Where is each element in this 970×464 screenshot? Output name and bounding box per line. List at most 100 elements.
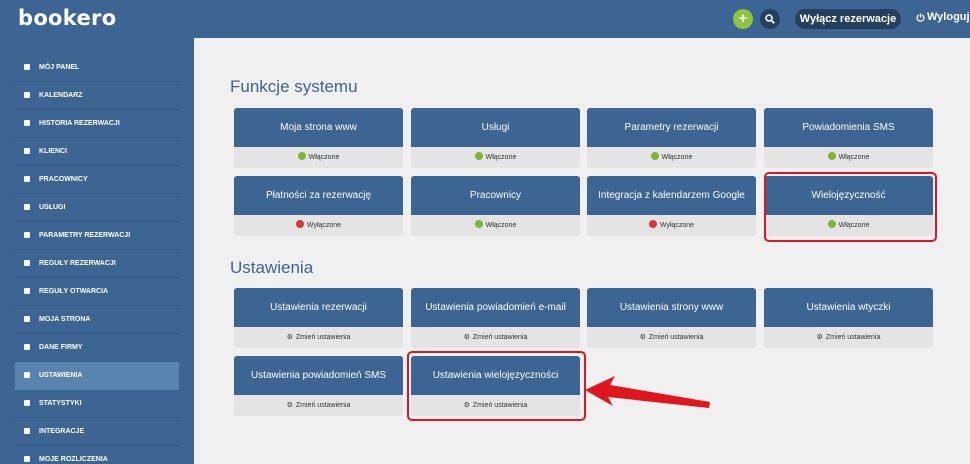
function-card[interactable]: Integracja z kalendarzem Google Wyłączone xyxy=(587,176,756,236)
status-label: Włączone xyxy=(661,154,693,161)
status-label: Wyłączone xyxy=(659,222,695,229)
users-icon xyxy=(24,148,30,154)
card-title: Płatności za rezerwację xyxy=(234,176,403,215)
search-icon xyxy=(765,14,775,24)
sidebar-item-historia-rezerwacji[interactable]: Historia rezerwacji xyxy=(15,110,179,138)
search-button[interactable] xyxy=(760,9,780,29)
sidebar-item-klienci[interactable]: Klienci xyxy=(15,138,179,166)
sidebar-item-label: Kalendarz xyxy=(39,92,83,99)
card-title: Moja strona www xyxy=(234,108,403,147)
sidebar-item-label: Historia rezerwacji xyxy=(39,120,120,127)
function-card[interactable]: Powiadomienia SMS Włączone xyxy=(764,108,933,168)
card-title: Ustawienia powiadomień SMS xyxy=(234,356,403,395)
settings-card[interactable]: Ustawienia powiadomień e-mail ⚙ Zmień usta… xyxy=(411,288,580,348)
settings-card[interactable]: Ustawienia wtyczki ⚙ Zmień ustawienia xyxy=(764,288,933,348)
card-footer: ⚙ Zmień ustawienia xyxy=(764,327,933,348)
card-title: Ustawienia rezerwacji xyxy=(234,288,403,327)
settings-card[interactable]: Ustawienia rezerwacji ⚙ Zmień ustawienia xyxy=(234,288,403,348)
card-footer: ⚙ Zmień ustawienia xyxy=(234,327,403,348)
sidebar-item-label: Dane firmy xyxy=(39,344,83,351)
change-settings-label: Zmień ustawienia xyxy=(295,334,351,341)
card-footer: Włączone xyxy=(411,215,580,236)
billing-icon xyxy=(24,456,30,462)
status-label: Włączone xyxy=(838,154,870,161)
function-card[interactable]: Moja strona www Włączone xyxy=(234,108,403,168)
sidebar: Mój panel Kalendarz Historia rezerwacji Kli… xyxy=(0,38,194,464)
sidebar-item-mój-panel[interactable]: Mój panel xyxy=(15,54,179,82)
sidebar-item-reguły-otwarcia[interactable]: Reguły otwarcia xyxy=(15,278,179,306)
card-footer: ⚙ Zmień ustawienia xyxy=(587,327,756,348)
card-title: Ustawienia strony www xyxy=(587,288,756,327)
highlight-multilanguage-settings xyxy=(407,351,586,421)
arrow-annotation xyxy=(585,376,710,408)
sidebar-item-label: Moja strona xyxy=(39,316,91,323)
sidebar-item-label: Statystyki xyxy=(39,400,82,407)
gear-icon: ⚙ xyxy=(463,334,470,341)
status-dot-icon xyxy=(297,152,306,160)
sidebar-item-pracownicy[interactable]: Pracownicy xyxy=(15,166,179,194)
page-icon xyxy=(24,316,30,322)
status-dot-icon xyxy=(474,220,483,228)
function-card[interactable]: Pracownicy Włączone xyxy=(411,176,580,236)
rules-icon xyxy=(24,260,30,266)
status-dot-icon xyxy=(295,220,304,228)
gear-icon xyxy=(24,372,30,378)
card-title: Usługi xyxy=(411,108,580,147)
sidebar-item-integracje[interactable]: Integracje xyxy=(15,418,179,446)
services-icon xyxy=(24,204,30,210)
logout-label: Wyloguj xyxy=(927,11,970,23)
sidebar-item-kalendarz[interactable]: Kalendarz xyxy=(15,82,179,110)
card-footer: Włączone xyxy=(411,147,580,168)
status-label: Włączone xyxy=(308,154,340,161)
card-title: Pracownicy xyxy=(411,176,580,215)
sidebar-item-reguły-rezerwacji[interactable]: Reguły rezerwacji xyxy=(15,250,179,278)
sidebar-item-moje-rozliczenia[interactable]: Moje rozliczenia xyxy=(15,446,179,464)
integrations-icon xyxy=(24,428,30,434)
dashboard-icon xyxy=(24,64,30,70)
function-card[interactable]: Usługi Włączone xyxy=(411,108,580,168)
card-footer: Wyłączone xyxy=(587,215,756,236)
sidebar-item-ustawienia[interactable]: Ustawienia xyxy=(15,362,179,390)
opening-icon xyxy=(24,288,30,294)
logout-button[interactable]: Wyloguj xyxy=(916,11,970,23)
sidebar-item-parametry-rezerwacji[interactable]: Parametry rezerwacji xyxy=(15,222,179,250)
sidebar-item-label: Moje rozliczenia xyxy=(39,456,108,463)
card-title: Parametry rezerwacji xyxy=(587,108,756,147)
section-title-settings: Ustawienia xyxy=(230,258,314,277)
change-settings-label: Zmień ustawienia xyxy=(472,334,528,341)
employees-icon xyxy=(24,176,30,182)
add-button[interactable]: + xyxy=(733,9,753,29)
change-settings-label: Zmień ustawienia xyxy=(825,334,881,341)
top-bar: bookero + Wyłącz rezerwacje Wyloguj xyxy=(0,0,970,38)
sidebar-item-dane-firmy[interactable]: Dane firmy xyxy=(15,334,179,362)
status-label: Włączone xyxy=(485,222,517,229)
section-title-functions: Funkcje systemu xyxy=(230,77,358,96)
sidebar-item-statystyki[interactable]: Statystyki xyxy=(15,390,179,418)
sidebar-item-label: Integracje xyxy=(39,428,85,435)
function-card[interactable]: Płatności za rezerwację Wyłączone xyxy=(234,176,403,236)
logo[interactable]: bookero xyxy=(18,6,116,30)
settings-card[interactable]: Ustawienia strony www ⚙ Zmień ustawienia xyxy=(587,288,756,348)
toggle-reservations-button[interactable]: Wyłącz rezerwacje xyxy=(795,9,901,29)
gear-icon: ⚙ xyxy=(639,334,646,341)
sidebar-item-label: Mój panel xyxy=(39,64,80,71)
gear-icon: ⚙ xyxy=(816,334,823,341)
sidebar-item-label: Parametry rezerwacji xyxy=(39,232,131,239)
sidebar-item-label: Reguły otwarcia xyxy=(39,288,109,295)
status-dot-icon xyxy=(650,152,659,160)
card-footer: ⚙ Zmień ustawienia xyxy=(234,395,403,416)
gear-icon: ⚙ xyxy=(286,334,293,341)
function-card[interactable]: Parametry rezerwacji Włączone xyxy=(587,108,756,168)
sidebar-item-usługi[interactable]: Usługi xyxy=(15,194,179,222)
card-footer: Włączone xyxy=(234,147,403,168)
card-title: Integracja z kalendarzem Google xyxy=(587,176,756,215)
change-settings-label: Zmień ustawienia xyxy=(295,402,351,409)
status-label: Włączone xyxy=(485,154,517,161)
change-settings-label: Zmień ustawienia xyxy=(648,334,704,341)
status-dot-icon xyxy=(827,152,836,160)
sidebar-item-moja-strona[interactable]: Moja strona xyxy=(15,306,179,334)
sidebar-item-label: Pracownicy xyxy=(39,176,88,183)
card-title: Ustawienia powiadomień e-mail xyxy=(411,288,580,327)
card-footer: Włączone xyxy=(764,147,933,168)
settings-card[interactable]: Ustawienia powiadomień SMS ⚙ Zmień ustawie… xyxy=(234,356,403,416)
